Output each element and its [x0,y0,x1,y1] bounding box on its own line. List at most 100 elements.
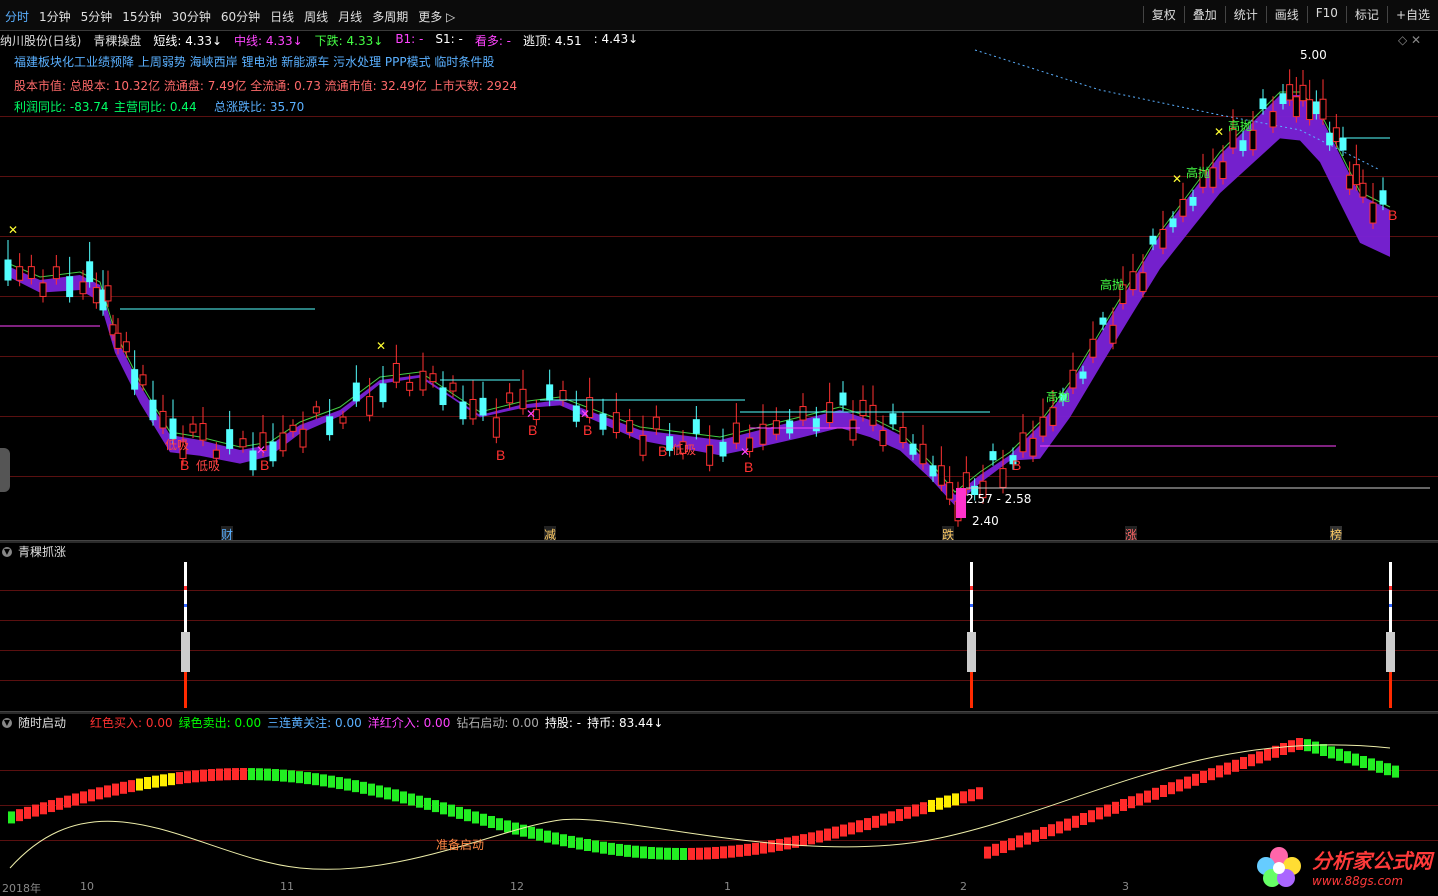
tool-5[interactable]: 标记 [1345,6,1387,23]
momentum-bar [568,835,575,848]
high-sell-label-4: 高抛 [1228,119,1253,133]
tab-6[interactable]: 日线 [265,8,299,25]
momentum-bar [8,811,15,824]
chevron-down-icon[interactable]: ▼ [2,717,12,728]
momentum-bar [992,843,999,856]
tool-4[interactable]: F10 [1306,6,1346,23]
momentum-bar [112,783,119,796]
high-sell-label-2: 高抛 [1100,278,1125,292]
tab-3[interactable]: 15分钟 [117,8,166,25]
momentum-bar [648,846,655,859]
rocket-band [970,586,973,590]
tab-7[interactable]: 周线 [299,8,333,25]
momentum-bar [136,778,143,791]
momentum-bar [912,804,919,817]
rocket-body [1389,562,1392,642]
momentum-bar [280,769,287,782]
momentum-bar [1120,799,1127,811]
momentum-bar [808,832,815,845]
momentum-bar [1312,741,1319,754]
momentum-bar [776,838,783,851]
momentum-bar [864,818,871,831]
momentum-bar [1368,758,1375,771]
momentum-bars-chart[interactable] [0,728,1438,892]
momentum-bar [192,770,199,783]
price-range-label: 2.57 - 2.58 [966,492,1032,506]
momentum-bar [896,809,903,822]
momentum-bar [128,780,135,793]
momentum-bar [464,809,471,822]
tool-1[interactable]: 叠加 [1183,6,1225,23]
candle-body [1286,84,1294,101]
momentum-bar [328,775,335,788]
tab-9[interactable]: 多周期 [367,8,413,25]
momentum-bar [496,818,503,831]
momentum-bar [944,795,951,808]
high-price-label: 5.00 [1300,48,1327,62]
momentum-bar [600,841,607,854]
logo-url: www.88gs.com [1312,873,1404,888]
momentum-bar [88,789,95,802]
momentum-bar [1296,738,1303,750]
candle-body [869,404,877,426]
tab-1[interactable]: 1分钟 [34,8,76,25]
momentum-bar [1056,821,1063,834]
momentum-bar [1264,748,1271,761]
momentum-bar [984,846,991,859]
momentum-bar [1384,763,1391,776]
tab-8[interactable]: 月线 [333,8,367,25]
momentum-bar [1216,765,1223,778]
candle-body [626,420,634,433]
candle-body [899,426,907,444]
candle-body [839,392,847,406]
tool-6[interactable]: +自选 [1386,6,1438,23]
momentum-bar [1376,760,1383,773]
cross-marker: ✕ [740,445,750,459]
xaxis-label-1: 10 [80,880,94,893]
momentum-bar [952,793,959,806]
momentum-bar [240,768,247,780]
rocket-indicator-chart[interactable] [0,556,1438,712]
candle-body [104,285,112,302]
momentum-bar [1336,748,1343,761]
tool-0[interactable]: 复权 [1142,6,1184,23]
tab-4[interactable]: 30分钟 [167,8,216,25]
momentum-bar [832,826,839,839]
candle-body [92,287,100,304]
candle-body [1149,235,1157,245]
tool-3[interactable]: 画线 [1265,6,1307,23]
momentum-bar [488,815,495,828]
buy-marker: B [658,443,667,459]
tab-5[interactable]: 60分钟 [216,8,265,25]
momentum-bar [696,847,703,860]
candle-body [131,369,139,390]
momentum-bar [856,820,863,833]
tool-2[interactable]: 统计 [1224,6,1266,23]
momentum-bar [672,847,679,860]
momentum-bar [816,830,823,843]
candle-body [1332,127,1340,143]
momentum-bar [664,847,671,860]
candle-body [1312,101,1320,115]
candle-body [326,416,334,436]
tab-10[interactable]: 更多 ▷ [413,8,460,25]
momentum-bar [968,789,975,802]
momentum-bar [472,811,479,824]
low-price-label: 2.40 [972,514,999,528]
momentum-bar [272,769,279,782]
prepare-start-label: 准备启动 [436,838,485,852]
candle-body [1049,407,1057,426]
candle-body [52,266,60,280]
tab-2[interactable]: 5分钟 [76,8,118,25]
buy-marker: B [496,447,505,463]
candle-body [1269,111,1277,128]
chevron-down-icon[interactable]: ▼ [2,546,12,557]
momentum-bar [712,846,719,859]
momentum-bar [1328,746,1335,759]
candle-body [546,384,554,401]
candle-body [1292,96,1300,118]
tab-0[interactable]: 分时 [0,8,34,25]
momentum-bar [232,768,239,781]
rocket-engine [181,632,190,672]
candle-body [1039,416,1047,437]
